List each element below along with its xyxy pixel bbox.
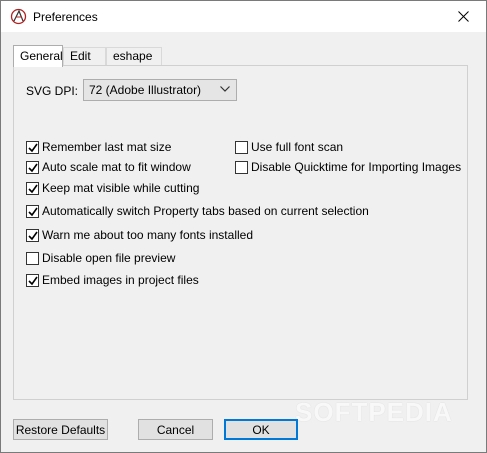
auto-scale-mat-checkbox[interactable]: Auto scale mat to fit window	[26, 160, 191, 174]
close-icon	[457, 11, 469, 22]
warn-too-many-fonts-checkbox[interactable]: Warn me about too many fonts installed	[26, 228, 253, 242]
check-icon	[28, 163, 38, 172]
svg-dpi-select[interactable]: 72 (Adobe Illustrator)	[83, 79, 237, 101]
checkbox-box	[26, 140, 39, 154]
check-icon	[28, 231, 38, 240]
checkbox-box	[235, 160, 248, 174]
softpedia-watermark: SOFTPEDIA	[295, 397, 453, 427]
close-button[interactable]	[440, 1, 486, 32]
check-icon	[28, 143, 38, 152]
cancel-button[interactable]: Cancel	[138, 419, 213, 440]
disable-quicktime-checkbox[interactable]: Disable Quicktime for Importing Images	[235, 160, 461, 174]
auto-switch-property-tabs-checkbox[interactable]: Automatically switch Property tabs based…	[26, 204, 369, 218]
restore-defaults-button[interactable]: Restore Defaults	[13, 419, 108, 440]
disable-file-preview-checkbox[interactable]: Disable open file preview	[26, 251, 175, 265]
check-icon	[28, 184, 38, 193]
svg-dpi-value: 72 (Adobe Illustrator)	[89, 83, 202, 97]
ok-button[interactable]: OK	[224, 419, 298, 440]
checkbox-label: Embed images in project files	[42, 273, 199, 287]
tab-eshape[interactable]: eshape	[106, 47, 162, 66]
check-icon	[28, 207, 38, 216]
check-icon	[28, 276, 38, 285]
tab-general[interactable]: General	[13, 45, 63, 67]
svg-dpi-label: SVG DPI:	[26, 84, 79, 98]
checkbox-box	[26, 204, 39, 218]
embed-images-checkbox[interactable]: Embed images in project files	[26, 273, 199, 287]
checkbox-box	[26, 273, 39, 287]
full-font-scan-checkbox[interactable]: Use full font scan	[235, 140, 343, 154]
remember-mat-size-checkbox[interactable]: Remember last mat size	[26, 140, 171, 154]
checkbox-label: Disable open file preview	[42, 251, 176, 265]
checkbox-label: Disable Quicktime for Importing Images	[251, 160, 462, 174]
checkbox-label: Automatically switch Property tabs based…	[42, 204, 369, 218]
checkbox-box	[235, 140, 248, 154]
checkbox-box	[26, 228, 39, 242]
chevron-down-icon	[220, 86, 230, 92]
checkbox-label: Warn me about too many fonts installed	[42, 228, 253, 242]
checkbox-box	[26, 160, 39, 174]
checkbox-box	[26, 181, 39, 195]
checkbox-label: Auto scale mat to fit window	[42, 160, 191, 174]
title-bar: Preferences	[1, 1, 486, 32]
app-logo-icon	[10, 8, 27, 25]
tab-edit[interactable]: Edit	[63, 47, 106, 66]
checkbox-label: Use full font scan	[251, 140, 344, 154]
preferences-dialog: Preferences General Edit eshape SVG DPI:…	[0, 0, 487, 453]
checkbox-label: Keep mat visible while cutting	[42, 181, 200, 195]
window-title: Preferences	[33, 10, 98, 24]
checkbox-label: Remember last mat size	[42, 140, 172, 154]
keep-mat-visible-checkbox[interactable]: Keep mat visible while cutting	[26, 181, 199, 195]
checkbox-box	[26, 251, 39, 265]
